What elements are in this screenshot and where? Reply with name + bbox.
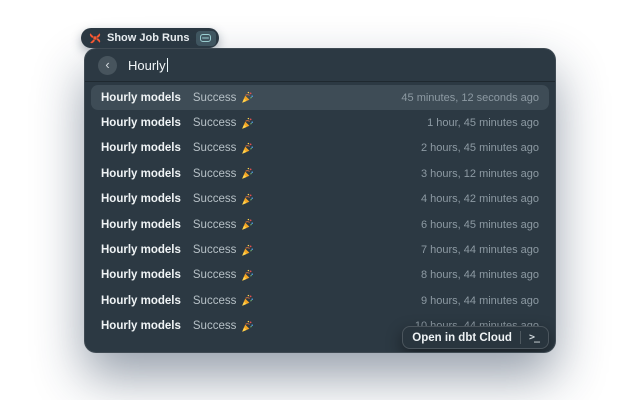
party-popper-icon [241,117,254,130]
job-status: Success [193,269,254,282]
party-popper-icon [241,244,254,257]
job-name: Hourly models [101,168,181,180]
run-timestamp: 4 hours, 42 minutes ago [421,193,539,205]
job-name: Hourly models [101,244,181,256]
job-status: Success [193,167,254,180]
status-text: Success [193,142,236,154]
run-timestamp: 6 hours, 45 minutes ago [421,219,539,231]
command-palette-window: ‹ Hourly Hourly models Success [84,48,556,353]
party-popper-icon [241,193,254,206]
job-status: Success [193,117,254,130]
status-text: Success [193,193,236,205]
job-name: Hourly models [101,117,181,129]
status-text: Success [193,92,236,104]
job-name: Hourly models [101,269,181,281]
status-text: Success [193,244,236,256]
job-name: Hourly models [101,193,181,205]
status-text: Success [193,295,236,307]
job-run-row[interactable]: Hourly models Success 7 hours, 44 minute… [91,237,549,262]
party-popper-icon [241,142,254,155]
job-name: Hourly models [101,92,181,104]
job-run-row[interactable]: Hourly models Success 45 minutes, 12 sec… [91,85,549,110]
job-run-row[interactable]: Hourly models Success 4 hours, 42 minute… [91,187,549,212]
job-name: Hourly models [101,320,181,332]
party-popper-icon [241,320,254,333]
search-value: Hourly [128,58,166,73]
command-hud-pill: Show Job Runs [81,28,219,48]
job-run-row[interactable]: Hourly models Success 6 hours, 45 minute… [91,212,549,237]
command-title: Show Job Runs [107,32,190,44]
job-status: Success [193,294,254,307]
job-name: Hourly models [101,142,181,154]
job-status: Success [193,320,254,333]
search-input[interactable]: Hourly [128,58,168,73]
job-run-row[interactable]: Hourly models Success 3 hours, 12 minute… [91,161,549,186]
job-status: Success [193,193,254,206]
job-run-row[interactable]: Hourly models Success 8 hours, 44 minute… [91,263,549,288]
party-popper-icon [241,269,254,282]
party-popper-icon [241,294,254,307]
job-run-row[interactable]: Hourly models Success 1 hour, 45 minutes… [91,110,549,135]
hint-divider [520,331,521,344]
status-text: Success [193,219,236,231]
run-timestamp: 3 hours, 12 minutes ago [421,168,539,180]
run-timestamp: 8 hours, 44 minutes ago [421,269,539,281]
party-popper-icon [241,91,254,104]
dbt-logo-icon [89,32,101,44]
chevron-left-icon: ‹ [105,58,109,71]
action-label: Open in dbt Cloud [412,332,512,344]
run-timestamp: 7 hours, 44 minutes ago [421,244,539,256]
status-text: Success [193,117,236,129]
search-bar: ‹ Hourly [85,49,555,82]
primary-action-hint[interactable]: Open in dbt Cloud >_ [402,326,549,349]
run-timestamp: 1 hour, 45 minutes ago [427,117,539,129]
back-button[interactable]: ‹ [98,56,117,75]
key-badge-icon [200,34,211,42]
status-text: Success [193,320,236,332]
job-status: Success [193,244,254,257]
party-popper-icon [241,167,254,180]
run-timestamp: 2 hours, 45 minutes ago [421,142,539,154]
job-run-row[interactable]: Hourly models Success 9 hours, 44 minute… [91,288,549,313]
party-popper-icon [241,218,254,231]
run-timestamp: 45 minutes, 12 seconds ago [401,92,539,104]
job-run-list: Hourly models Success 45 minutes, 12 sec… [85,82,555,340]
status-text: Success [193,168,236,180]
job-name: Hourly models [101,219,181,231]
run-timestamp: 9 hours, 44 minutes ago [421,295,539,307]
hud-key-badge [196,31,216,46]
job-status: Success [193,91,254,104]
job-status: Success [193,218,254,231]
terminal-prompt-icon: >_ [529,332,539,343]
job-name: Hourly models [101,295,181,307]
status-text: Success [193,269,236,281]
text-caret [167,58,169,72]
job-run-row[interactable]: Hourly models Success 2 hours, 45 minute… [91,136,549,161]
job-status: Success [193,142,254,155]
